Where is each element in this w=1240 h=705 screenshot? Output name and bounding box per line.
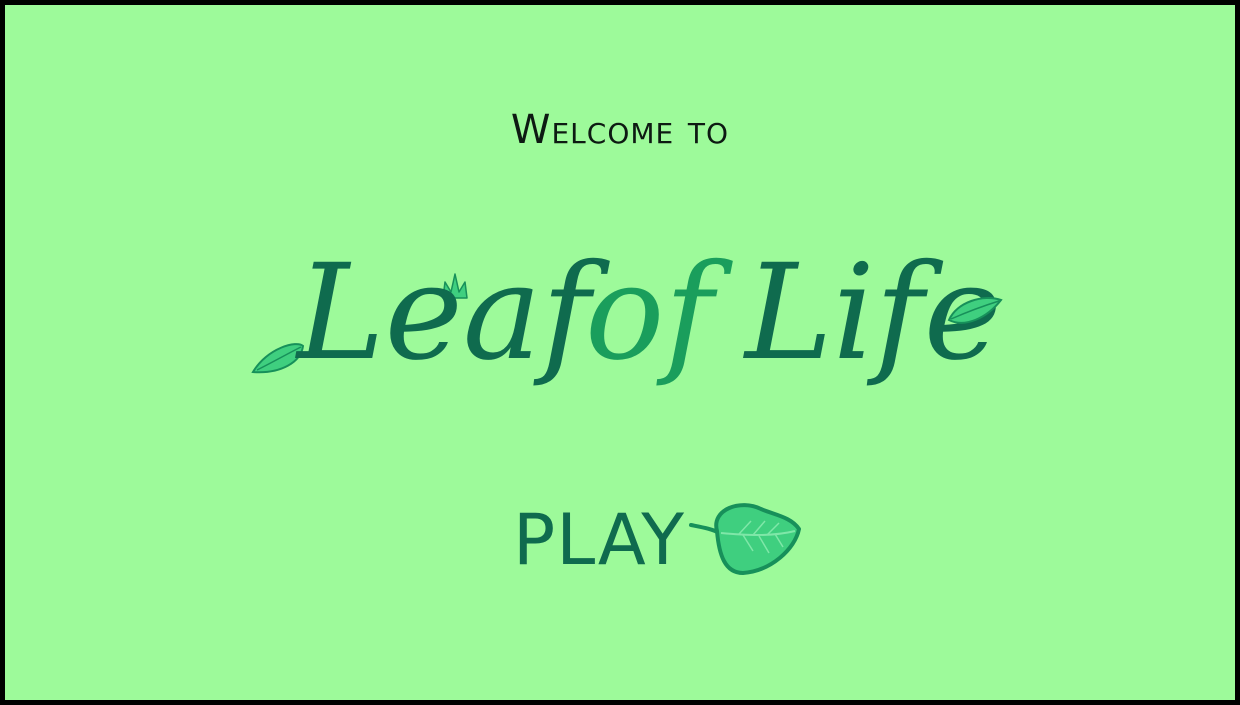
title-word-of: of <box>585 236 733 390</box>
play-button[interactable]: PLAY <box>503 493 813 589</box>
left-leaf-icon <box>251 343 305 374</box>
play-leaf-icon <box>689 503 801 575</box>
welcome-text: Welcome to <box>510 107 730 153</box>
play-label: PLAY <box>513 499 686 581</box>
game-screen: Welcome to Leaf of Life PLAY <box>0 0 1240 705</box>
game-title: Leaf of Life <box>245 220 1015 420</box>
game-title-logo: Leaf of Life <box>251 236 1003 390</box>
title-word-leaf: Leaf <box>295 236 610 390</box>
